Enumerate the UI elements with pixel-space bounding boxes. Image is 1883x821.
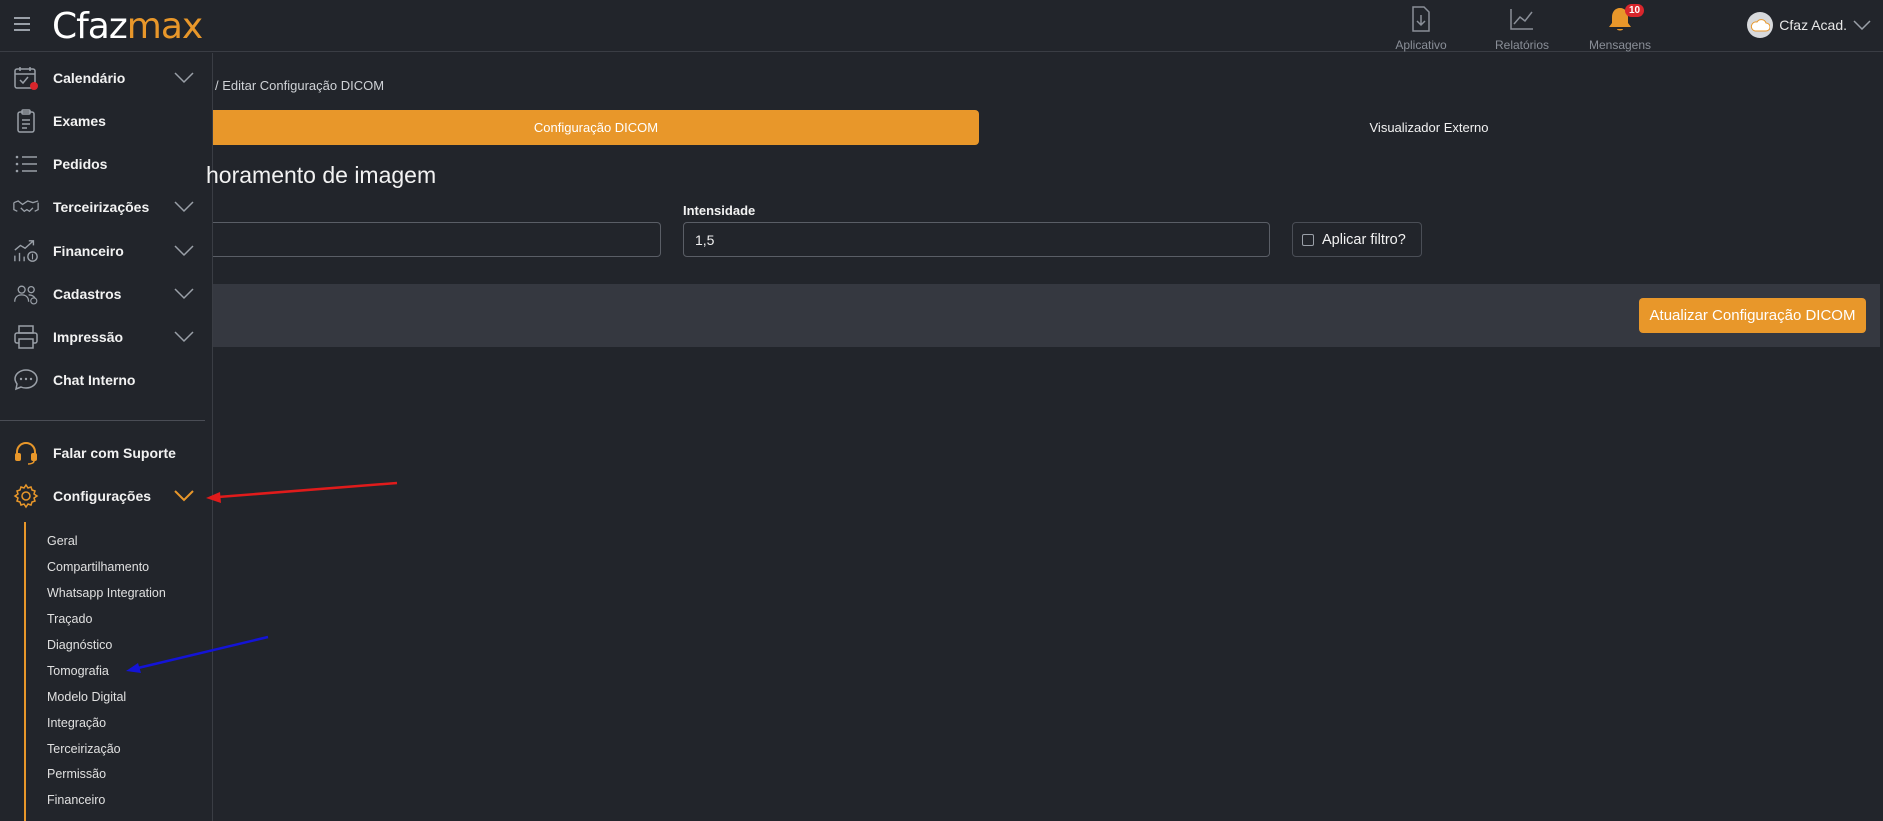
printer-icon — [13, 324, 39, 350]
handshake-icon — [13, 194, 39, 220]
finance-icon — [13, 238, 39, 264]
sidebar-item-falar-com-suporte[interactable]: Falar com Suporte — [0, 433, 205, 473]
users-icon — [13, 281, 39, 307]
sidebar-item-configuracoes[interactable]: Configurações — [0, 476, 205, 516]
chevron-down-icon[interactable] — [174, 331, 194, 343]
sidebar-item-label: Financeiro — [53, 243, 124, 259]
tab-configuracao-dicom[interactable]: Configuração DICOM — [213, 110, 979, 145]
gear-icon — [13, 483, 39, 509]
submenu-item-tomografia[interactable]: Tomografia — [47, 664, 109, 678]
submenu-item-integracao[interactable]: Integração — [47, 716, 106, 730]
topnav-relatorios[interactable]: Relatórios — [1477, 4, 1567, 52]
sidebar-item-label: Chat Interno — [53, 372, 136, 388]
sidebar-item-label: Configurações — [53, 488, 152, 504]
chevron-down-icon[interactable] — [174, 72, 194, 84]
sidebar: Calendário Exames Pedidos Terceirizações… — [0, 53, 213, 821]
submenu-item-modelo-digital[interactable]: Modelo Digital — [47, 690, 126, 704]
sidebar-item-label: Impressão — [53, 329, 124, 345]
topnav-aplicativo[interactable]: Aplicativo — [1376, 4, 1466, 52]
submenu-item-diagnostico[interactable]: Diagnóstico — [47, 638, 112, 652]
sidebar-item-label: Cadastros — [53, 286, 122, 302]
hamburger-menu-icon[interactable] — [14, 17, 30, 31]
breadcrumb: / Editar Configuração DICOM — [215, 78, 385, 93]
sidebar-item-impressao[interactable]: Impressão — [0, 317, 205, 357]
submenu-item-terceirizacao[interactable]: Terceirização — [47, 742, 121, 756]
chevron-down-icon[interactable] — [174, 201, 194, 213]
chevron-down-icon[interactable] — [174, 490, 194, 502]
sidebar-item-exames[interactable]: Exames — [0, 101, 205, 141]
sidebar-item-chat-interno[interactable]: Chat Interno — [0, 360, 205, 400]
calendar-icon — [13, 65, 39, 91]
intensity-input[interactable] — [683, 222, 1270, 257]
topnav-label: Mensagens — [1588, 38, 1652, 52]
submenu-indicator — [24, 522, 26, 821]
submenu-item-tracado[interactable]: Traçado — [47, 612, 92, 626]
left-text-field[interactable] — [213, 222, 661, 257]
cloud-logo-icon — [1751, 19, 1771, 32]
intensity-label: Intensidade — [683, 203, 756, 218]
section-title: horamento de imagem — [206, 162, 437, 188]
sidebar-item-financeiro[interactable]: Financeiro — [0, 231, 205, 271]
submenu-item-compartilhamento[interactable]: Compartilhamento — [47, 560, 149, 574]
sidebar-item-calendario[interactable]: Calendário — [0, 58, 205, 98]
user-menu[interactable]: Cfaz Acad. — [1747, 12, 1871, 38]
chevron-down-icon[interactable] — [174, 245, 194, 257]
chat-icon — [13, 367, 39, 393]
sidebar-divider — [0, 420, 205, 421]
submenu-item-financeiro[interactable]: Financeiro — [47, 793, 105, 807]
chart-icon — [1510, 9, 1533, 30]
sidebar-item-pedidos[interactable]: Pedidos — [0, 144, 205, 184]
submenu-item-geral[interactable]: Geral — [47, 534, 78, 548]
top-bar: Cfazmax Aplicativo Relatórios 10 Mensage… — [0, 0, 1883, 52]
apply-filter-label: Aplicar filtro? — [1322, 231, 1406, 248]
update-dicom-config-button[interactable]: Atualizar Configuração DICOM — [1639, 298, 1866, 333]
sidebar-item-label: Falar com Suporte — [53, 445, 176, 461]
sidebar-item-cadastros[interactable]: Cadastros — [0, 274, 205, 314]
clipboard-icon — [13, 108, 39, 134]
topnav-label: Relatórios — [1494, 38, 1550, 52]
red-arrow-annotation — [206, 481, 398, 503]
action-bar — [213, 284, 1880, 347]
chevron-down-icon — [1853, 20, 1871, 30]
apply-filter-checkbox[interactable] — [1302, 233, 1314, 246]
avatar — [1747, 12, 1774, 38]
sidebar-item-label: Calendário — [53, 70, 126, 86]
user-name: Cfaz Acad. — [1779, 17, 1847, 33]
tab-visualizador-externo[interactable]: Visualizador Externo — [979, 110, 1879, 145]
sidebar-item-label: Exames — [53, 113, 106, 129]
chevron-down-icon[interactable] — [174, 288, 194, 300]
notification-badge: 10 — [1625, 4, 1645, 17]
headset-icon — [13, 440, 39, 466]
sidebar-item-label: Terceirizações — [53, 199, 150, 215]
sidebar-item-terceirizacoes[interactable]: Terceirizações — [0, 187, 205, 227]
app-logo[interactable]: Cfazmax — [52, 6, 203, 47]
sidebar-item-label: Pedidos — [53, 156, 108, 172]
download-icon — [1412, 6, 1430, 32]
list-icon — [13, 151, 39, 177]
submenu-item-permissao[interactable]: Permissão — [47, 767, 106, 781]
apply-filter-toggle[interactable]: Aplicar filtro? — [1292, 222, 1422, 257]
topnav-mensagens[interactable]: 10 Mensagens — [1575, 4, 1665, 52]
submenu-item-whatsapp-integration[interactable]: Whatsapp Integration — [47, 586, 166, 600]
topnav-label: Aplicativo — [1395, 38, 1447, 52]
